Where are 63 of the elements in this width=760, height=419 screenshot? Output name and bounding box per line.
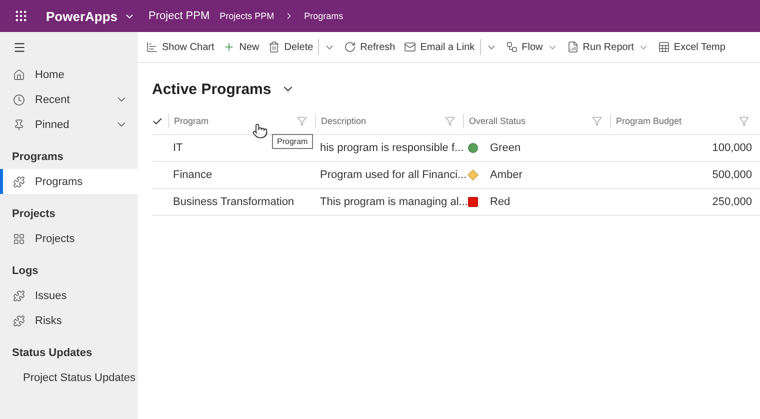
group-title: Status Updates xyxy=(11,346,94,361)
chart-icon xyxy=(146,41,158,53)
excel-icon xyxy=(658,41,670,53)
app-switcher-button[interactable]: PowerApps xyxy=(42,8,139,24)
select-all-icon[interactable] xyxy=(152,116,163,126)
puzzle-icon xyxy=(13,176,25,188)
table-cell-text: Business Transformation xyxy=(172,196,296,208)
filter-icon[interactable] xyxy=(445,116,455,126)
view-title: Active Programs xyxy=(152,80,272,98)
command-button[interactable]: New xyxy=(219,41,264,53)
command-button[interactable]: Delete xyxy=(264,41,318,53)
nav-icon xyxy=(13,94,25,106)
nav-item[interactable]: Projects xyxy=(0,226,138,251)
table-cell-text: 500,000 xyxy=(711,169,753,181)
table-cell-text: Program used for all Financi... xyxy=(319,169,468,181)
waffle-icon xyxy=(14,9,28,23)
app-title: Project PPM xyxy=(148,10,210,22)
nav-item[interactable]: Recent xyxy=(0,87,138,112)
tooltip: Program xyxy=(272,134,313,149)
filter-icon[interactable] xyxy=(739,116,749,126)
column-header[interactable]: Program xyxy=(168,114,315,128)
nav-item[interactable]: Issues xyxy=(0,283,138,308)
command-button[interactable]: Flow xyxy=(502,41,562,53)
table-cell: Green xyxy=(463,142,526,154)
command-button[interactable]: Refresh xyxy=(340,41,400,53)
puzzle-icon xyxy=(13,314,25,326)
table-cell-text: This program is managing al... xyxy=(319,196,469,208)
column-header[interactable]: Description xyxy=(315,114,463,128)
nav-item[interactable]: Risks xyxy=(0,308,138,333)
flow-icon xyxy=(506,41,518,53)
report-icon xyxy=(566,41,579,53)
refresh-icon xyxy=(344,41,356,53)
nav-item[interactable]: Project Status Updates xyxy=(0,365,138,390)
breadcrumb-link[interactable]: Programs xyxy=(304,11,344,21)
table-cell-text: Finance xyxy=(172,169,214,181)
nav-item[interactable]: Programs xyxy=(0,169,138,194)
table-cell-text: 100,000 xyxy=(711,142,753,154)
column-header[interactable]: Overall Status xyxy=(463,114,610,128)
group-title: Projects xyxy=(11,207,56,222)
table-cell-text: 250,000 xyxy=(711,196,753,208)
filter-icon[interactable] xyxy=(297,116,307,126)
command-button[interactable]: Show Chart xyxy=(142,41,218,53)
command-button[interactable]: Email a Link xyxy=(400,41,479,53)
filter-icon[interactable] xyxy=(592,116,602,126)
menu-icon xyxy=(13,40,26,54)
nav-icon xyxy=(13,118,25,130)
nav-icon xyxy=(13,68,25,80)
table-cell-text: IT xyxy=(172,142,184,154)
command-button[interactable]: Excel Temp xyxy=(654,41,730,53)
nav-item[interactable]: Pinned xyxy=(0,112,138,137)
email-icon xyxy=(404,41,416,53)
group-title: Programs xyxy=(11,150,64,165)
delete-icon xyxy=(268,41,280,53)
command-button[interactable]: Run Report xyxy=(562,41,653,53)
puzzle-icon xyxy=(13,290,25,302)
breadcrumb-link[interactable]: Projects PPM xyxy=(220,11,274,21)
plus-icon xyxy=(223,41,236,53)
column-header[interactable]: Program Budget xyxy=(610,114,757,128)
board-icon xyxy=(13,232,25,244)
group-title: Logs xyxy=(11,264,40,279)
nav-item[interactable]: Home xyxy=(0,62,138,87)
table-cell-text: his program is responsible f... xyxy=(319,142,465,154)
hand-cursor-icon xyxy=(252,123,268,139)
